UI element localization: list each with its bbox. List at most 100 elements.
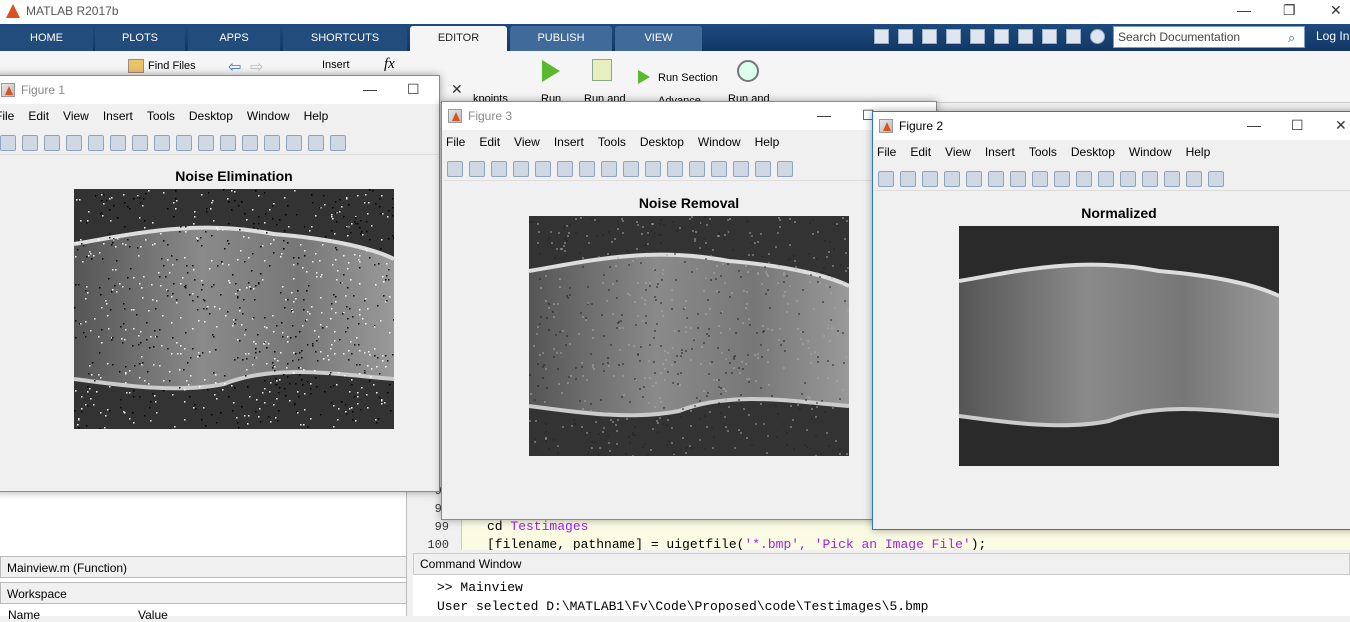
search-icon[interactable]: ⌕ <box>1288 30 1295 46</box>
new-figure-icon[interactable] <box>878 171 894 187</box>
menu-item[interactable]: Desktop <box>1071 145 1115 159</box>
menu-item[interactable]: Edit <box>28 109 49 123</box>
menu-item[interactable]: Edit <box>910 145 931 159</box>
close-button[interactable]: ✕ <box>1335 117 1347 134</box>
undo-icon[interactable] <box>1018 29 1033 44</box>
data-cursor-icon[interactable] <box>1076 171 1092 187</box>
tab-editor[interactable]: EDITOR <box>410 26 507 51</box>
menu-item[interactable]: Help <box>1186 145 1211 159</box>
rotate-icon[interactable] <box>1054 171 1070 187</box>
menu-item[interactable]: File <box>877 145 896 159</box>
menu-item[interactable]: View <box>514 135 540 149</box>
command-window-header[interactable]: Command Window <box>413 553 1350 575</box>
insert-button[interactable]: Insert <box>322 59 350 71</box>
workspace-header[interactable]: Workspace <box>0 582 407 604</box>
tab-view[interactable]: VIEW <box>615 26 702 51</box>
minimize-button[interactable]: — <box>1237 2 1251 18</box>
print-icon[interactable] <box>944 171 960 187</box>
menu-item[interactable]: Tools <box>598 135 626 149</box>
run-section-button[interactable]: Run Section <box>658 72 718 84</box>
pan-icon[interactable] <box>1032 171 1048 187</box>
menu-item[interactable]: File <box>0 109 14 123</box>
open-icon[interactable] <box>469 161 485 177</box>
new-icon[interactable] <box>874 29 889 44</box>
hide-plot-tools-icon[interactable] <box>1186 171 1202 187</box>
link-icon[interactable] <box>689 161 705 177</box>
save-icon[interactable] <box>922 29 937 44</box>
brush-icon[interactable] <box>1098 171 1114 187</box>
zoom-in-icon[interactable] <box>110 135 126 151</box>
zoom-out-icon[interactable] <box>132 135 148 151</box>
menu-item[interactable]: Insert <box>985 145 1015 159</box>
show-plot-tools-icon[interactable] <box>777 161 793 177</box>
menu-item[interactable]: Window <box>1129 145 1172 159</box>
show-plot-tools-icon[interactable] <box>1208 171 1224 187</box>
restore-button[interactable]: ❐ <box>1283 2 1296 19</box>
save-icon[interactable] <box>44 135 60 151</box>
forward-icon[interactable]: ⇨ <box>250 57 263 77</box>
rotate-icon[interactable] <box>176 135 192 151</box>
menu-item[interactable]: Window <box>698 135 741 149</box>
help-icon[interactable] <box>1090 29 1105 44</box>
redo-icon[interactable] <box>1042 29 1057 44</box>
tab-apps[interactable]: APPS <box>188 26 280 51</box>
tab-publish[interactable]: PUBLISH <box>510 26 612 51</box>
close-button[interactable]: ✕ <box>1330 2 1342 19</box>
menu-item[interactable]: View <box>945 145 971 159</box>
close-button[interactable]: ✕ <box>451 81 463 98</box>
data-cursor-icon[interactable] <box>645 161 661 177</box>
rotate-icon[interactable] <box>623 161 639 177</box>
tab-plots[interactable]: PLOTS <box>95 26 185 51</box>
minimize-button[interactable]: — <box>363 81 377 97</box>
hide-plot-tools-icon[interactable] <box>755 161 771 177</box>
copy-icon[interactable] <box>970 29 985 44</box>
print-icon[interactable] <box>66 135 82 151</box>
menu-item[interactable]: Insert <box>554 135 584 149</box>
pan-icon[interactable] <box>154 135 170 151</box>
tab-shortcuts[interactable]: SHORTCUTS <box>283 26 407 51</box>
menu-item[interactable]: Tools <box>1029 145 1057 159</box>
search-documentation-input[interactable]: Search Documentation <box>1113 26 1305 48</box>
minimize-button[interactable]: — <box>817 107 831 123</box>
zoom-in-icon[interactable] <box>988 171 1004 187</box>
menu-item[interactable]: Window <box>247 109 290 123</box>
link-icon[interactable] <box>1120 171 1136 187</box>
fx-button[interactable]: fx <box>384 56 395 73</box>
save-icon[interactable] <box>922 171 938 187</box>
back-icon[interactable]: ⇦ <box>228 57 241 77</box>
link-icon[interactable] <box>242 135 258 151</box>
cut-icon[interactable] <box>946 29 961 44</box>
workspace-col-name[interactable]: Name <box>8 608 40 622</box>
new-figure-icon[interactable] <box>0 135 16 151</box>
minimize-button[interactable]: — <box>1247 117 1261 133</box>
zoom-in-icon[interactable] <box>557 161 573 177</box>
colorbar-icon[interactable] <box>711 161 727 177</box>
legend-icon[interactable] <box>733 161 749 177</box>
menu-item[interactable]: Tools <box>147 109 175 123</box>
legend-icon[interactable] <box>286 135 302 151</box>
show-plot-tools-icon[interactable] <box>330 135 346 151</box>
code-line[interactable]: cd Testimages <box>487 519 588 534</box>
login-link[interactable]: Log In <box>1316 29 1349 43</box>
zoom-out-icon[interactable] <box>579 161 595 177</box>
maximize-button[interactable]: ☐ <box>407 81 420 98</box>
menu-item[interactable]: Insert <box>103 109 133 123</box>
command-window[interactable]: >> Mainview User selected D:\MATLAB1\Fv\… <box>413 575 1350 616</box>
workspace-col-value[interactable]: Value <box>138 608 168 622</box>
run-icon[interactable] <box>542 60 560 82</box>
print-icon[interactable] <box>513 161 529 177</box>
pointer-icon[interactable] <box>88 135 104 151</box>
tab-home[interactable]: HOME <box>0 26 93 51</box>
open-icon[interactable] <box>898 29 913 44</box>
maximize-button[interactable]: ☐ <box>1291 117 1304 134</box>
switch-windows-icon[interactable] <box>1066 29 1081 44</box>
find-files-button[interactable]: Find Files <box>148 60 196 72</box>
brush-icon[interactable] <box>667 161 683 177</box>
pointer-icon[interactable] <box>535 161 551 177</box>
file-details-header[interactable]: Mainview.m (Function) <box>0 556 407 578</box>
menu-item[interactable]: Desktop <box>640 135 684 149</box>
zoom-out-icon[interactable] <box>1010 171 1026 187</box>
colorbar-icon[interactable] <box>1142 171 1158 187</box>
legend-icon[interactable] <box>1164 171 1180 187</box>
hide-plot-tools-icon[interactable] <box>308 135 324 151</box>
